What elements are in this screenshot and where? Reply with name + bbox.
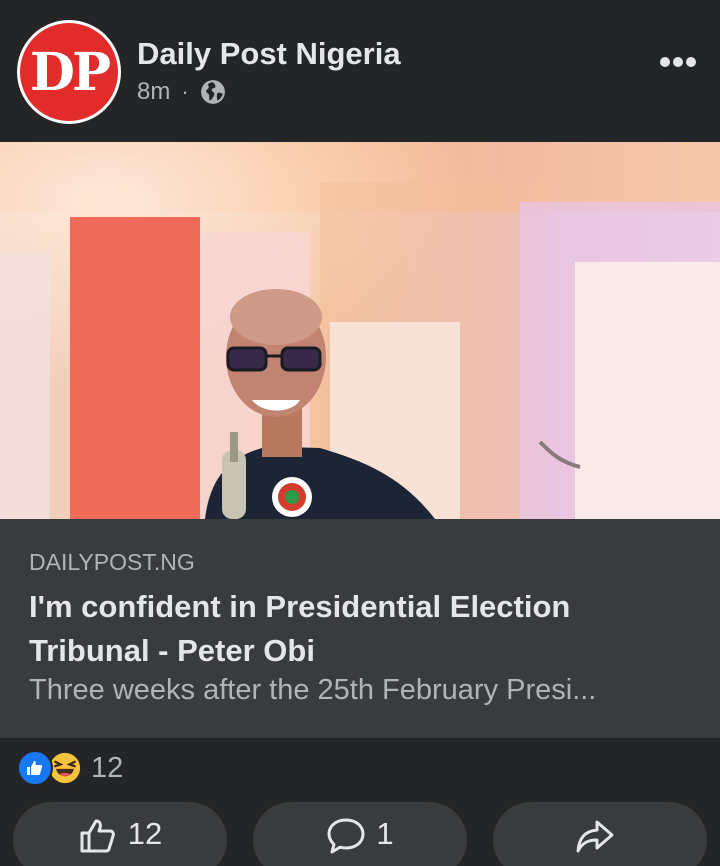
like-reaction-icon — [17, 750, 53, 786]
photo-illustration — [0, 142, 720, 519]
comment-bubble-icon — [327, 818, 365, 854]
globe-icon — [200, 80, 225, 104]
more-options-button[interactable] — [658, 42, 698, 82]
more-dots-icon — [660, 57, 696, 67]
page-name[interactable]: Daily Post Nigeria — [137, 36, 401, 72]
thumbs-up-icon — [80, 819, 115, 853]
like-button[interactable]: 12 — [13, 802, 227, 866]
meta-separator: · — [181, 79, 189, 104]
reaction-summary[interactable]: 12 — [17, 748, 123, 788]
post-time[interactable]: 8m — [137, 78, 170, 106]
comment-button[interactable]: 1 — [253, 802, 467, 866]
action-bar: 12 1 — [0, 802, 720, 866]
post-photo[interactable] — [0, 142, 720, 519]
link-title[interactable]: I'm confident in Presidential Election T… — [29, 585, 689, 673]
like-count: 12 — [127, 816, 163, 851]
share-button[interactable] — [493, 802, 707, 866]
post-header: DP Daily Post Nigeria 8m · — [0, 0, 720, 142]
share-arrow-icon — [576, 820, 614, 853]
link-description: Three weeks after the 25th February Pres… — [29, 674, 597, 706]
post-meta: 8m · — [137, 78, 226, 106]
page-avatar[interactable]: DP — [17, 20, 121, 124]
link-domain: DAILYPOST.NG — [29, 549, 195, 575]
avatar-logo: DP — [20, 23, 118, 121]
reaction-count: 12 — [91, 751, 124, 784]
link-preview[interactable]: DAILYPOST.NG I'm confident in Presidenti… — [0, 519, 720, 738]
comment-count: 1 — [376, 816, 394, 851]
